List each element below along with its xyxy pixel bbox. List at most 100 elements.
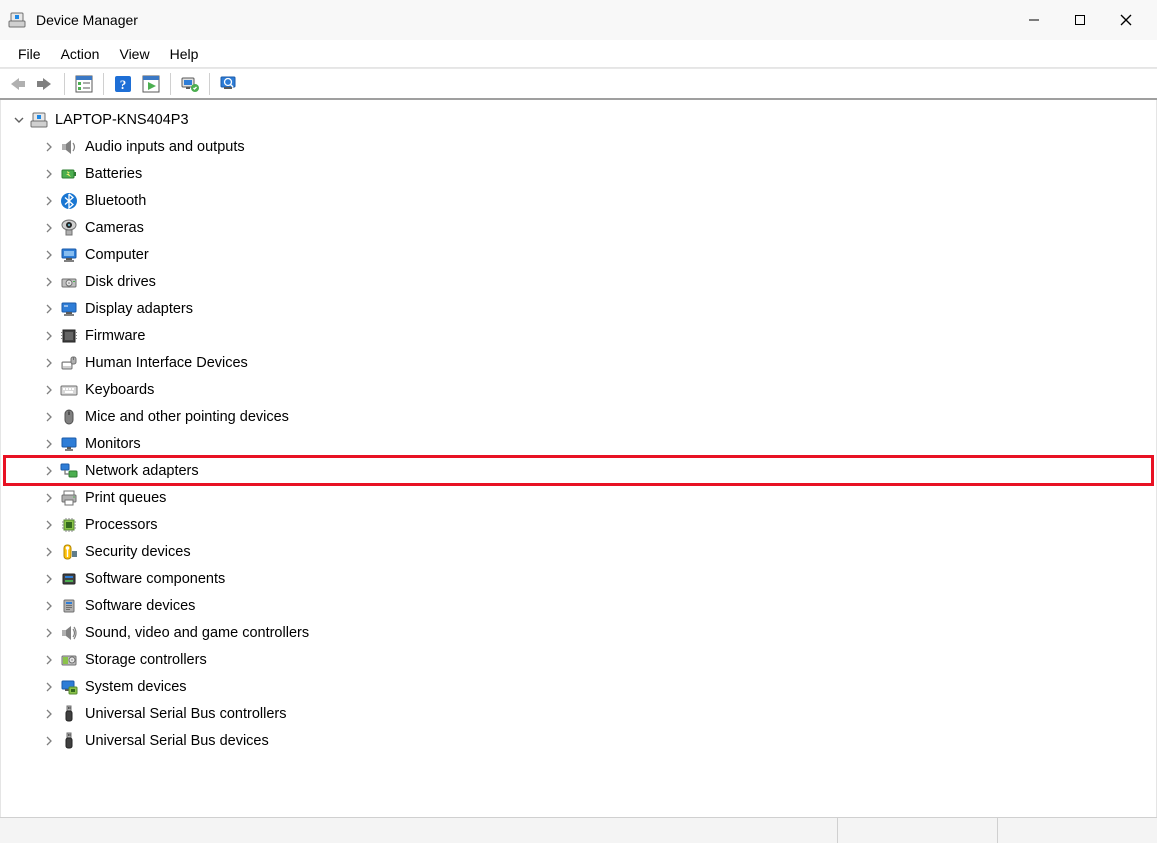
help-button[interactable]: ? bbox=[110, 71, 136, 97]
chevron-right-icon[interactable] bbox=[41, 679, 57, 695]
chevron-right-icon[interactable] bbox=[41, 328, 57, 344]
tree-item-label: Print queues bbox=[85, 490, 166, 506]
tree-item-label: Computer bbox=[85, 247, 149, 263]
chevron-right-icon[interactable] bbox=[41, 652, 57, 668]
tree-root-label: LAPTOP-KNS404P3 bbox=[55, 112, 189, 128]
tree-item[interactable]: Storage controllers bbox=[5, 646, 1152, 673]
camera-icon bbox=[59, 218, 79, 238]
statusbar-cell bbox=[997, 818, 1157, 843]
menu-action[interactable]: Action bbox=[51, 42, 110, 66]
chevron-right-icon[interactable] bbox=[41, 625, 57, 641]
computer-icon bbox=[59, 245, 79, 265]
chevron-right-icon[interactable] bbox=[41, 220, 57, 236]
tree-item[interactable]: Sound, video and game controllers bbox=[5, 619, 1152, 646]
chevron-right-icon[interactable] bbox=[41, 382, 57, 398]
tree-item-label: Batteries bbox=[85, 166, 142, 182]
minimize-button[interactable] bbox=[1011, 4, 1057, 36]
chevron-right-icon[interactable] bbox=[41, 463, 57, 479]
tree-item[interactable]: Print queues bbox=[5, 484, 1152, 511]
bluetooth-icon bbox=[59, 191, 79, 211]
tree-item[interactable]: Audio inputs and outputs bbox=[5, 133, 1152, 160]
chevron-down-icon[interactable] bbox=[11, 112, 27, 128]
tree-item-label: Sound, video and game controllers bbox=[85, 625, 309, 641]
tree-root[interactable]: LAPTOP-KNS404P3 bbox=[5, 106, 1152, 133]
device-tree[interactable]: LAPTOP-KNS404P3 Audio inputs and outputs… bbox=[0, 100, 1157, 817]
menu-file[interactable]: File bbox=[8, 42, 51, 66]
chevron-right-icon[interactable] bbox=[41, 517, 57, 533]
chevron-right-icon[interactable] bbox=[41, 301, 57, 317]
console-tree-button[interactable] bbox=[71, 71, 97, 97]
toolbar-separator bbox=[170, 73, 171, 95]
tree-item-label: Cameras bbox=[85, 220, 144, 236]
devices-printers-button[interactable] bbox=[216, 71, 242, 97]
tree-item-label: Storage controllers bbox=[85, 652, 207, 668]
chevron-right-icon[interactable] bbox=[41, 274, 57, 290]
tree-item[interactable]: Software components bbox=[5, 565, 1152, 592]
close-button[interactable] bbox=[1103, 4, 1149, 36]
battery-icon bbox=[59, 164, 79, 184]
tree-item-label: Audio inputs and outputs bbox=[85, 139, 245, 155]
back-button[interactable] bbox=[4, 71, 30, 97]
mouse-icon bbox=[59, 407, 79, 427]
chevron-right-icon[interactable] bbox=[41, 706, 57, 722]
tree-item-label: Network adapters bbox=[85, 463, 199, 479]
tree-item[interactable]: Cameras bbox=[5, 214, 1152, 241]
chevron-right-icon[interactable] bbox=[41, 355, 57, 371]
tree-item-label: Security devices bbox=[85, 544, 191, 560]
disk-icon bbox=[59, 272, 79, 292]
menu-help[interactable]: Help bbox=[160, 42, 209, 66]
tree-item[interactable]: Disk drives bbox=[5, 268, 1152, 295]
security-icon bbox=[59, 542, 79, 562]
chevron-right-icon[interactable] bbox=[41, 409, 57, 425]
storage-icon bbox=[59, 650, 79, 670]
scan-hardware-button[interactable] bbox=[177, 71, 203, 97]
tree-item[interactable]: Processors bbox=[5, 511, 1152, 538]
usb-icon bbox=[59, 704, 79, 724]
tree-item[interactable]: Mice and other pointing devices bbox=[5, 403, 1152, 430]
tree-item[interactable]: Security devices bbox=[5, 538, 1152, 565]
properties-button[interactable] bbox=[138, 71, 164, 97]
chevron-right-icon[interactable] bbox=[41, 733, 57, 749]
tree-item[interactable]: Software devices bbox=[5, 592, 1152, 619]
tree-item[interactable]: Computer bbox=[5, 241, 1152, 268]
firmware-icon bbox=[59, 326, 79, 346]
usb-icon bbox=[59, 731, 79, 751]
tree-item-label: Universal Serial Bus controllers bbox=[85, 706, 286, 722]
cpu-icon bbox=[59, 515, 79, 535]
tree-item-label: Software components bbox=[85, 571, 225, 587]
hid-icon bbox=[59, 353, 79, 373]
tree-item-label: Universal Serial Bus devices bbox=[85, 733, 269, 749]
chevron-right-icon[interactable] bbox=[41, 490, 57, 506]
tree-item[interactable]: Firmware bbox=[5, 322, 1152, 349]
menu-view[interactable]: View bbox=[109, 42, 159, 66]
chevron-right-icon[interactable] bbox=[41, 139, 57, 155]
tree-item[interactable]: Universal Serial Bus devices bbox=[5, 727, 1152, 754]
tree-item[interactable]: Display adapters bbox=[5, 295, 1152, 322]
forward-button[interactable] bbox=[32, 71, 58, 97]
chevron-right-icon[interactable] bbox=[41, 193, 57, 209]
tree-item[interactable]: Keyboards bbox=[5, 376, 1152, 403]
chevron-right-icon[interactable] bbox=[41, 166, 57, 182]
chevron-right-icon[interactable] bbox=[41, 571, 57, 587]
chevron-right-icon[interactable] bbox=[41, 544, 57, 560]
window-title: Device Manager bbox=[36, 12, 138, 28]
tree-item[interactable]: Human Interface Devices bbox=[5, 349, 1152, 376]
tree-item[interactable]: Network adapters bbox=[5, 457, 1152, 484]
tree-item[interactable]: Batteries bbox=[5, 160, 1152, 187]
maximize-button[interactable] bbox=[1057, 4, 1103, 36]
tree-item[interactable]: Universal Serial Bus controllers bbox=[5, 700, 1152, 727]
display-icon bbox=[59, 299, 79, 319]
chevron-right-icon[interactable] bbox=[41, 247, 57, 263]
chevron-right-icon[interactable] bbox=[41, 436, 57, 452]
tree-item-label: Software devices bbox=[85, 598, 195, 614]
swcomp-icon bbox=[59, 569, 79, 589]
chevron-right-icon[interactable] bbox=[41, 598, 57, 614]
tree-item-label: Mice and other pointing devices bbox=[85, 409, 289, 425]
tree-item[interactable]: Monitors bbox=[5, 430, 1152, 457]
toolbar-separator bbox=[103, 73, 104, 95]
tree-item[interactable]: Bluetooth bbox=[5, 187, 1152, 214]
tree-item-label: Firmware bbox=[85, 328, 145, 344]
tree-item[interactable]: System devices bbox=[5, 673, 1152, 700]
tree-item-label: Display adapters bbox=[85, 301, 193, 317]
monitor-icon bbox=[59, 434, 79, 454]
